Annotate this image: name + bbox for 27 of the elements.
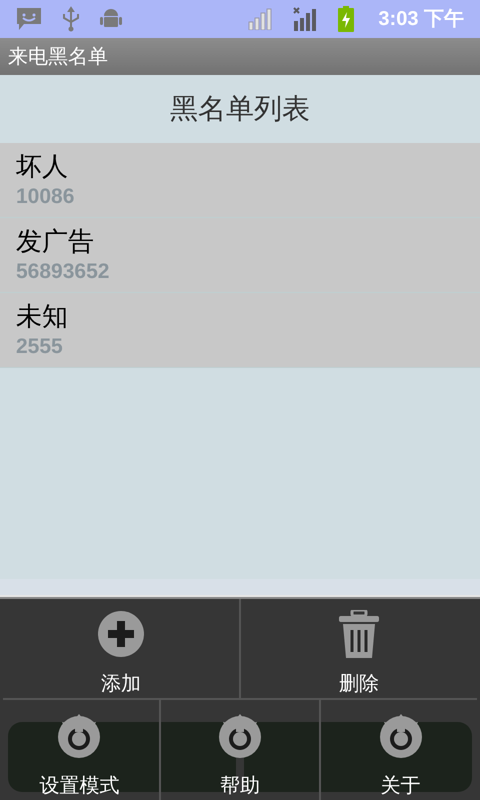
app-title: 来电黑名单 <box>8 44 108 70</box>
phone-number: 56893652 <box>16 259 110 285</box>
list-heading: 黑名单列表 <box>170 92 310 126</box>
blacklist-item[interactable]: 发广告 56893652 <box>0 218 480 293</box>
menu-item[interactable]: 关于 <box>319 700 480 800</box>
plus-circle-icon <box>97 610 145 658</box>
menu-item[interactable]: 删除 <box>239 599 477 698</box>
battery-charging-icon <box>338 6 354 32</box>
gear-icon <box>56 714 102 760</box>
blacklist-item[interactable]: 未知 2555 <box>0 293 480 368</box>
message-icon <box>16 7 42 31</box>
usb-icon <box>62 6 80 32</box>
phone-number: 2555 <box>16 334 64 360</box>
contact-name: 发广告 <box>16 225 95 258</box>
trash-icon <box>338 610 380 658</box>
blacklist-item[interactable]: 坏人 10086 <box>0 143 480 218</box>
phone-number: 10086 <box>16 184 76 210</box>
contact-name: 未知 <box>16 300 69 333</box>
gear-icon <box>378 714 424 760</box>
gear-icon <box>217 714 263 760</box>
menu-item[interactable]: 设置模式 <box>0 700 159 800</box>
signal-icon <box>248 8 274 30</box>
signal-off-icon <box>293 7 318 31</box>
contact-name: 坏人 <box>16 150 69 183</box>
status-time: 3:03 下午 <box>378 7 464 32</box>
menu-item[interactable]: 帮助 <box>158 700 320 800</box>
menu-item[interactable]: 添加 <box>3 599 239 698</box>
